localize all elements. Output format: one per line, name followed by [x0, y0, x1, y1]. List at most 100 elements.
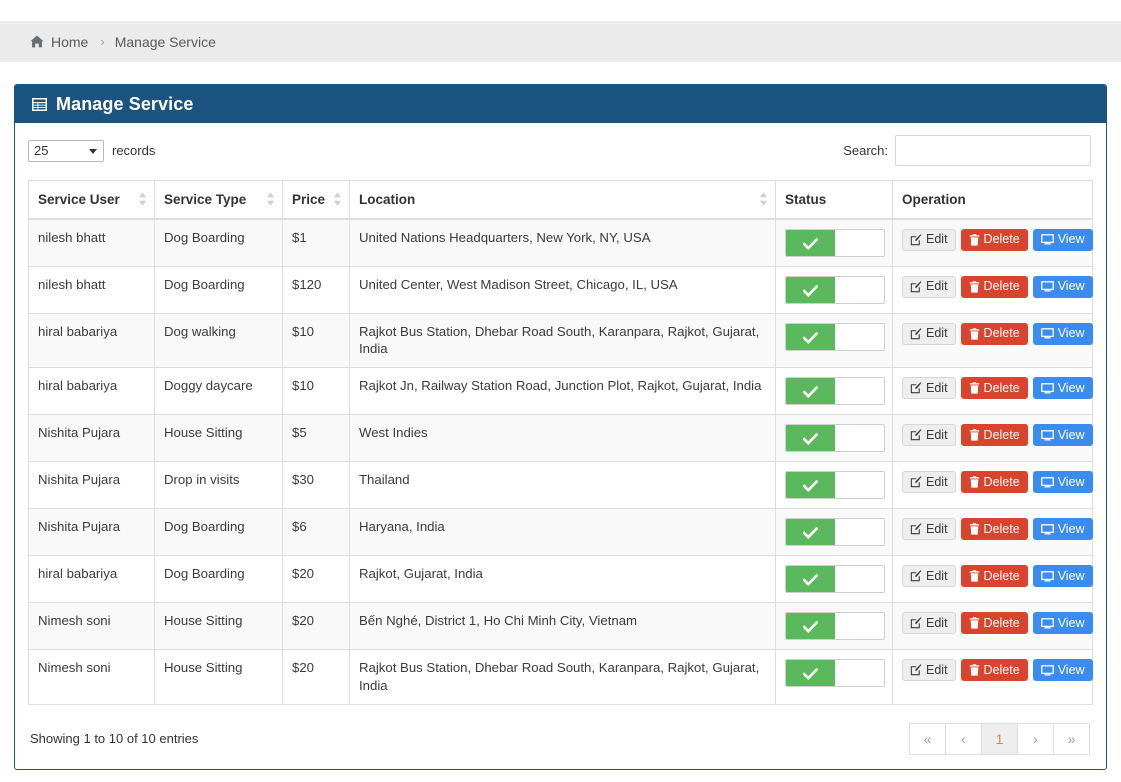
cell-status — [775, 265, 893, 314]
view-label: View — [1057, 662, 1085, 677]
breadcrumb-home-link[interactable]: Home — [30, 34, 88, 50]
column-header-location[interactable]: Location — [349, 180, 776, 220]
view-button[interactable]: View — [1032, 659, 1093, 682]
delete-label: Delete — [983, 232, 1020, 247]
cell-operation: Edit Delete View — [892, 461, 1093, 510]
cell-location: Bến Nghé, District 1, Ho Chi Minh City, … — [349, 602, 776, 651]
view-button[interactable]: View — [1032, 565, 1093, 588]
delete-button[interactable]: Delete — [960, 659, 1028, 682]
toggle-off-side — [835, 566, 884, 593]
status-toggle[interactable] — [785, 377, 885, 406]
operation-buttons: Edit Delete View — [902, 612, 1093, 635]
delete-button[interactable]: Delete — [960, 377, 1028, 400]
cell-status — [775, 461, 893, 510]
delete-button[interactable]: Delete — [960, 228, 1028, 251]
view-button[interactable]: View — [1032, 612, 1093, 635]
table-row: Nishita Pujara House Sitting $5 West Indies… — [28, 414, 1093, 463]
column-header-service-user[interactable]: Service User — [28, 180, 155, 220]
cell-service-type: House Sitting — [154, 414, 283, 463]
edit-button[interactable]: Edit — [902, 424, 956, 447]
edit-label: Edit — [926, 279, 948, 294]
edit-button[interactable]: Edit — [902, 322, 956, 345]
edit-button[interactable]: Edit — [902, 518, 956, 541]
delete-button[interactable]: Delete — [960, 612, 1028, 635]
view-button[interactable]: View — [1032, 471, 1093, 494]
view-button[interactable]: View — [1032, 377, 1093, 400]
delete-button[interactable]: Delete — [960, 471, 1028, 494]
cell-service-type: Dog Boarding — [154, 555, 283, 604]
edit-label: Edit — [926, 474, 948, 489]
search-input[interactable] — [895, 135, 1091, 166]
column-header-service-type[interactable]: Service Type — [154, 180, 283, 220]
length-control: 25 records — [28, 139, 155, 162]
monitor-icon — [1040, 570, 1054, 582]
table-head: Service User Service Type Price Location… — [28, 180, 1093, 220]
delete-button[interactable]: Delete — [960, 424, 1028, 447]
check-icon — [802, 284, 819, 297]
view-label: View — [1057, 615, 1085, 630]
edit-button[interactable]: Edit — [902, 377, 956, 400]
delete-button[interactable]: Delete — [960, 322, 1028, 345]
panel-header: Manage Service — [15, 85, 1106, 123]
edit-button[interactable]: Edit — [902, 565, 956, 588]
view-button[interactable]: View — [1032, 518, 1093, 541]
delete-label: Delete — [983, 568, 1020, 583]
status-toggle[interactable] — [785, 518, 885, 547]
status-toggle[interactable] — [785, 322, 885, 351]
status-toggle[interactable] — [785, 612, 885, 641]
services-table: Service User Service Type Price Location… — [28, 180, 1093, 705]
monitor-icon — [1040, 281, 1054, 292]
toggle-on-side — [786, 378, 835, 405]
delete-button[interactable]: Delete — [960, 565, 1028, 588]
column-header-status: Status — [775, 180, 893, 220]
edit-button[interactable]: Edit — [902, 612, 956, 635]
cell-status — [775, 367, 893, 416]
check-icon — [802, 620, 819, 634]
column-label: Service User — [38, 191, 120, 207]
page-title: Manage Service — [56, 94, 194, 114]
toggle-on-side — [786, 276, 835, 303]
cell-service-user: Nimesh soni — [28, 602, 155, 651]
view-button[interactable]: View — [1032, 322, 1093, 345]
delete-button[interactable]: Delete — [960, 275, 1028, 298]
trash-icon — [969, 476, 980, 488]
cell-service-type: Drop in visits — [154, 461, 283, 510]
toggle-off-side — [835, 425, 884, 452]
check-icon — [802, 667, 819, 681]
column-header-price[interactable]: Price — [282, 180, 350, 220]
edit-button[interactable]: Edit — [902, 228, 956, 251]
edit-button[interactable]: Edit — [902, 471, 956, 494]
cell-location: Rajkot, Gujarat, India — [349, 555, 776, 604]
view-button[interactable]: View — [1032, 228, 1093, 251]
edit-button[interactable]: Edit — [902, 659, 956, 682]
pagination-next[interactable]: › — [1017, 722, 1054, 755]
status-toggle[interactable] — [785, 565, 885, 594]
view-button[interactable]: View — [1032, 275, 1093, 298]
delete-button[interactable]: Delete — [960, 518, 1028, 541]
cell-location: Rajkot Bus Station, Dhebar Road South, K… — [349, 649, 776, 705]
pagination-last[interactable]: » — [1053, 722, 1090, 755]
table-row: hiral babariya Doggy daycare $10 Rajkot Jn,… — [28, 367, 1093, 416]
pagination-page-1[interactable]: 1 — [981, 722, 1018, 755]
pagination-previous[interactable]: ‹ — [945, 722, 982, 755]
pencil-square-icon — [910, 664, 922, 676]
cell-service-type: House Sitting — [154, 602, 283, 651]
datatable-controls: 25 records Search: — [28, 135, 1093, 166]
operation-buttons: Edit Delete View — [902, 659, 1093, 682]
cell-service-type: Dog Boarding — [154, 265, 283, 314]
cell-service-user: Nimesh soni — [28, 649, 155, 705]
edit-button[interactable]: Edit — [902, 275, 956, 298]
view-button[interactable]: View — [1032, 424, 1093, 447]
cell-operation: Edit Delete View — [892, 312, 1093, 369]
status-toggle[interactable] — [785, 471, 885, 500]
cell-price: $20 — [282, 649, 350, 705]
status-toggle[interactable] — [785, 424, 885, 453]
status-toggle[interactable] — [785, 275, 885, 304]
status-toggle[interactable] — [785, 659, 885, 688]
status-toggle[interactable] — [785, 228, 885, 257]
pagination-first[interactable]: « — [909, 722, 946, 755]
check-icon — [802, 479, 819, 493]
toggle-on-side — [786, 229, 835, 256]
records-per-page-select[interactable]: 25 — [28, 139, 104, 162]
toggle-on-side — [786, 566, 835, 593]
